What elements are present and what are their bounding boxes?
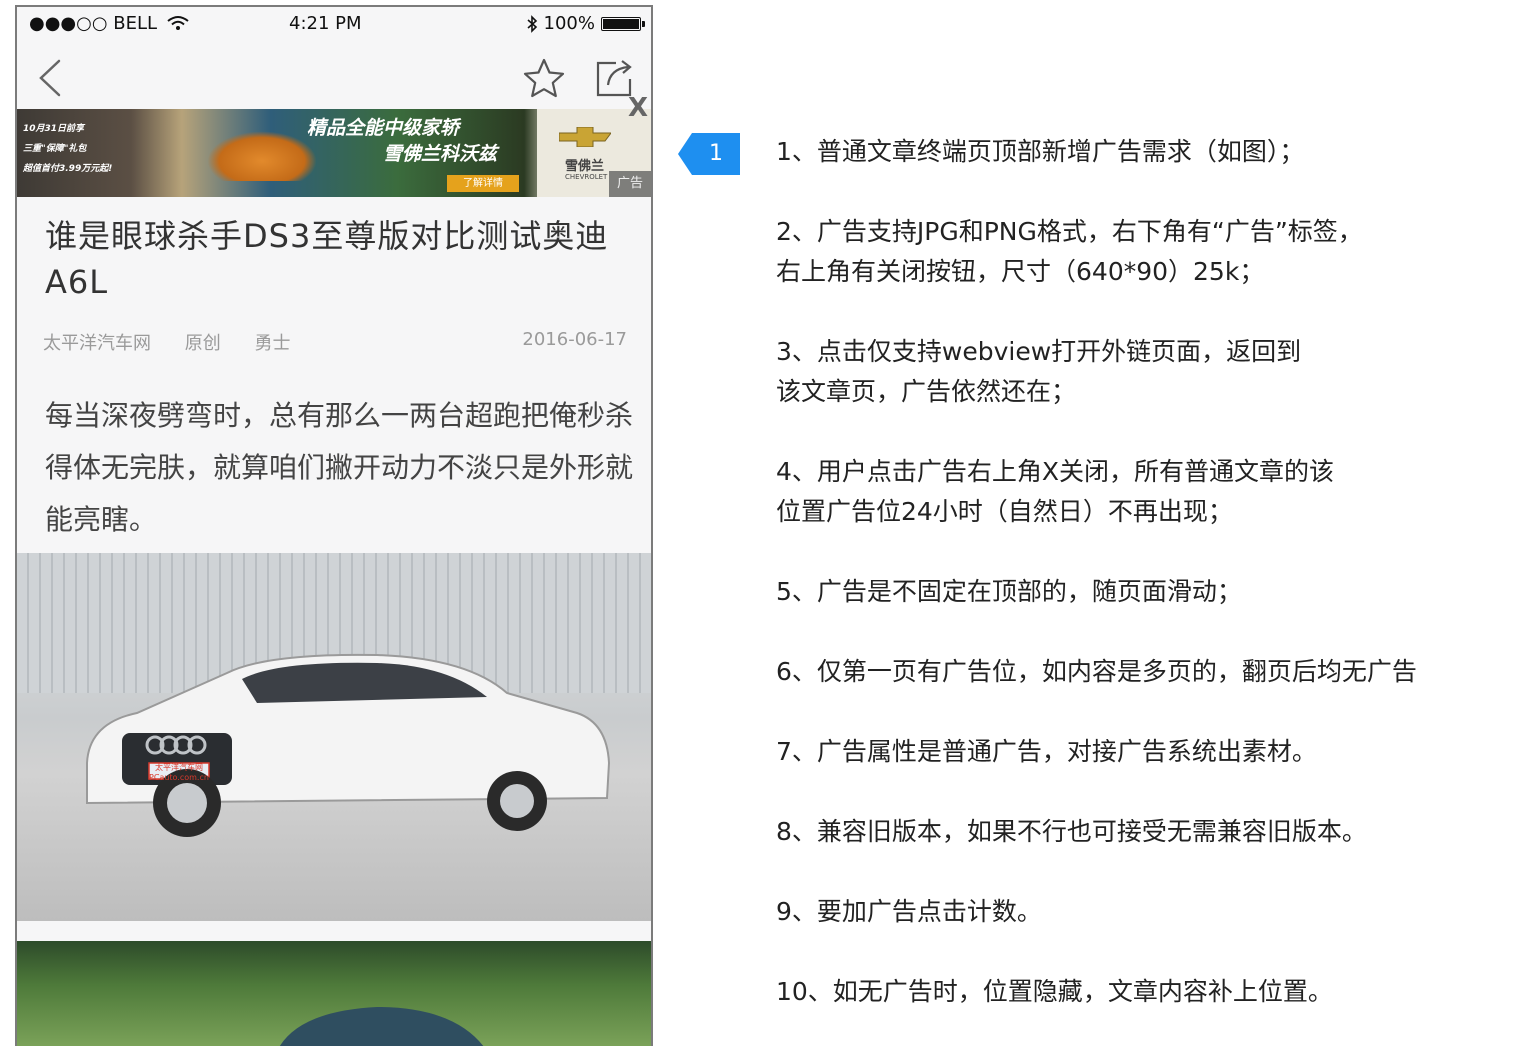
requirement-note: 1、普通文章终端页顶部新增广告需求（如图）； (776, 137, 1305, 166)
battery-percent: 100% (543, 13, 595, 34)
ad-label-badge: 广告 (609, 171, 651, 197)
white-sedan-image (86, 653, 611, 837)
ad-promo-line: 三重"保障"礼包 (23, 144, 87, 154)
ad-cta-button[interactable]: 了解详情 (447, 175, 519, 192)
requirement-note: 2、广告支持JPG和PNG格式，右下角有“广告”标签， 右上角有关闭按钮，尺寸（… (776, 217, 1363, 286)
requirement-note: 4、用户点击广告右上角X关闭，所有普通文章的该 位置广告位24小时（自然日）不再… (776, 457, 1335, 526)
favorite-star-icon[interactable] (522, 57, 566, 101)
requirement-note: 6、仅第一页有广告位，如内容是多页的，翻页后均无广告 (776, 657, 1417, 686)
ad-promo-text: 10月31日前享 三重"保障"礼包 超值首付3.99万元起! (23, 119, 135, 179)
ad-promo-line: 10月31日前享 (23, 124, 85, 134)
carrier-label: ●●●○○ BELL (29, 13, 158, 34)
license-plate-line: 太平洋汽车网 (155, 763, 203, 772)
ad-banner[interactable]: 10月31日前享 三重"保障"礼包 超值首付3.99万元起! 精品全能中级家轿 … (17, 109, 651, 197)
ad-slogan-line2: 雪佛兰科沃兹 (383, 143, 498, 165)
license-plate-line: PCauto.com.cn (149, 773, 209, 782)
battery-icon (601, 16, 645, 31)
phone-mockup: ●●●○○ BELL 4:21 PM 100% 10月31日前享 三重"保障"礼… (15, 5, 653, 1046)
bluetooth-icon (527, 14, 537, 33)
back-chevron-icon[interactable] (31, 55, 71, 101)
article-source[interactable]: 太平洋汽车网 (43, 333, 151, 354)
status-right: 100% (526, 13, 645, 34)
ad-brand-sub: CHEVROLET (565, 173, 608, 181)
status-time: 4:21 PM (289, 13, 362, 34)
carrier-signal: ●●●○○ BELL (29, 13, 189, 34)
dark-car-roof-image (279, 1007, 484, 1046)
requirement-note: 10、如无广告时，位置隐藏，文章内容补上位置。 (776, 977, 1333, 1006)
wifi-icon (167, 16, 189, 30)
article-body: 每当深夜劈弯时，总有那么一两台超跑把俺秒杀得体无完肤，就算咱们撇开动力不淡只是外… (45, 399, 634, 536)
ad-brand-name: 雪佛兰 (565, 159, 605, 174)
requirement-note: 7、广告属性是普通广告，对接广告系统出素材。 (776, 737, 1317, 766)
requirement-note: 5、广告是不固定在顶部的，随页面滑动； (776, 577, 1242, 606)
article-photo-second (17, 941, 651, 1046)
requirement-note: 3、点击仅支持webview打开外链页面，返回到 该文章页，广告依然还在； (776, 337, 1302, 406)
requirement-note: 9、要加广告点击计数。 (776, 897, 1042, 926)
article-author: 勇士 (254, 333, 291, 354)
ad-car-image (207, 131, 317, 181)
ad-slogan-line1: 精品全能中级家轿 (307, 117, 460, 139)
article-photo: 太平洋汽车网 PCauto.com.cn (17, 553, 651, 921)
license-plate: 太平洋汽车网 PCauto.com.cn (149, 763, 209, 783)
article-meta: 太平洋汽车网 原创 勇士 2016-06-17 (43, 329, 627, 355)
article-title: 谁是眼球杀手DS3至尊版对比测试奥迪A6L (45, 217, 609, 301)
ad-close-button[interactable]: X (623, 93, 651, 123)
nav-bar (17, 43, 651, 109)
article-date: 2016-06-17 (522, 329, 627, 350)
ad-promo-line: 超值首付3.99万元起! (23, 164, 113, 174)
chevrolet-bowtie-icon (559, 127, 611, 147)
requirement-note: 8、兼容旧版本，如果不行也可接受无需兼容旧版本。 (776, 817, 1367, 846)
status-bar: ●●●○○ BELL 4:21 PM 100% (17, 7, 651, 43)
annotation-marker-number: 1 (709, 141, 723, 166)
article-type: 原创 (184, 333, 221, 354)
